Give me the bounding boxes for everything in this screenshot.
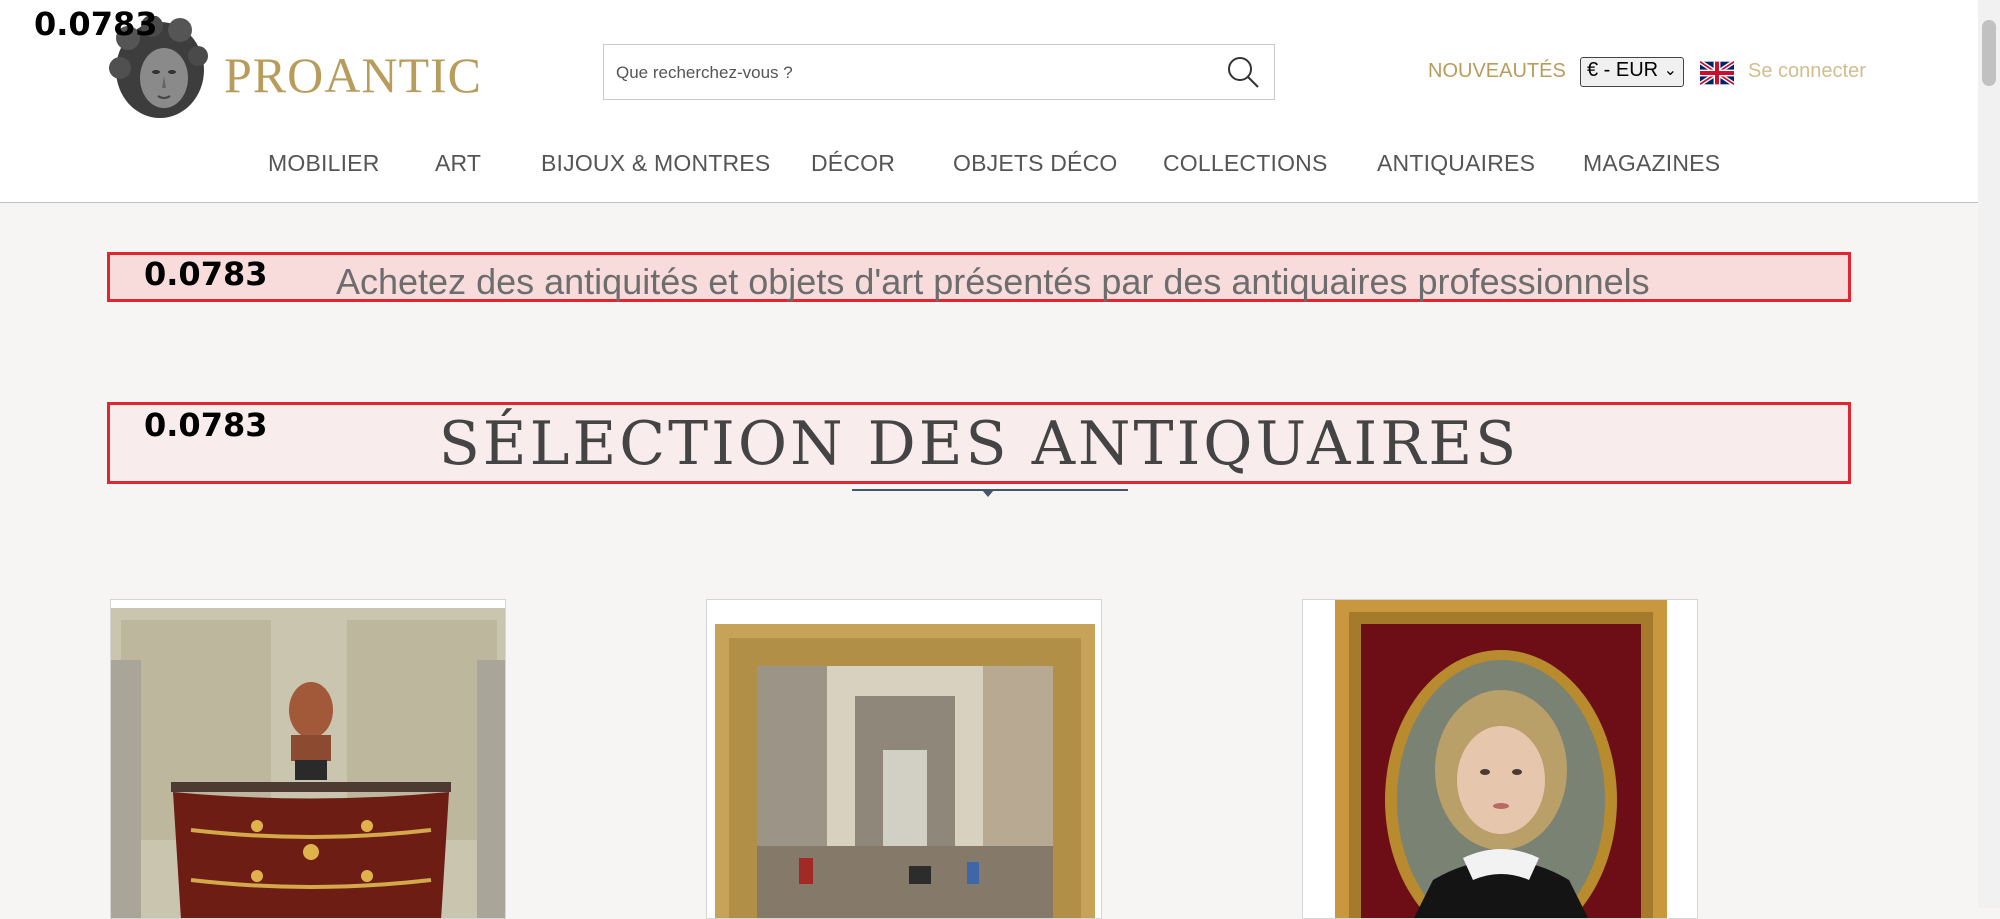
commode-image bbox=[111, 608, 505, 918]
nouveautes-link[interactable]: NOUVEAUTÉS bbox=[1428, 60, 1566, 83]
search-box bbox=[603, 44, 1275, 101]
nav-item-collections[interactable]: COLLECTIONS bbox=[1163, 150, 1328, 177]
section-heading-box: 0.0783 SÉLECTION DES ANTIQUAIRES bbox=[107, 402, 1851, 484]
portrait-image bbox=[1303, 600, 1697, 918]
scrollbar-thumb[interactable] bbox=[1982, 20, 1996, 86]
nav-item-antiquaires[interactable]: ANTIQUAIRES bbox=[1377, 150, 1535, 177]
nav-item-mobilier[interactable]: MOBILIER bbox=[268, 150, 380, 177]
nav-item-objets-deco[interactable]: OBJETS DÉCO bbox=[953, 150, 1118, 177]
brand-name[interactable]: PROANTIC bbox=[224, 46, 482, 104]
currency-value: € - EUR bbox=[1587, 59, 1659, 81]
nav-item-bijoux-montres[interactable]: BIJOUX & MONTRES bbox=[541, 150, 770, 177]
chevron-down-icon: ⌄ bbox=[1663, 62, 1677, 79]
page-scrollbar[interactable] bbox=[1978, 0, 2000, 908]
search-input[interactable] bbox=[614, 45, 1198, 101]
score-overlay-banner: 0.0783 bbox=[144, 255, 268, 293]
nav-item-magazines[interactable]: MAGAZINES bbox=[1583, 150, 1720, 177]
uk-flag-icon[interactable] bbox=[1700, 60, 1734, 86]
main-nav: MOBILIER ART BIJOUX & MONTRES DÉCOR OBJE… bbox=[0, 150, 1978, 180]
product-card-painting[interactable] bbox=[706, 599, 1102, 919]
product-card-portrait[interactable] bbox=[1302, 599, 1698, 919]
section-title: SÉLECTION DES ANTIQUAIRES bbox=[438, 409, 1520, 479]
product-card-commode[interactable] bbox=[110, 599, 506, 919]
search-icon[interactable] bbox=[1226, 55, 1260, 89]
nav-item-art[interactable]: ART bbox=[435, 150, 481, 177]
score-overlay: 0.0783 bbox=[34, 5, 158, 43]
street-painting-image bbox=[707, 600, 1101, 918]
score-overlay-title: 0.0783 bbox=[144, 406, 268, 444]
currency-select[interactable]: € - EUR ⌄ bbox=[1580, 57, 1684, 87]
nav-item-decor[interactable]: DÉCOR bbox=[811, 150, 895, 177]
login-link[interactable]: Se connecter bbox=[1748, 60, 1866, 83]
tagline-banner: 0.0783 Achetez des antiquités et objets … bbox=[107, 252, 1851, 302]
tagline-text: Achetez des antiquités et objets d'art p… bbox=[336, 261, 1650, 302]
divider-arrow-icon bbox=[982, 490, 994, 497]
site-header: 0.0783 PROANTIC NOUVEAUTÉS € - EUR ⌄ Se … bbox=[0, 0, 1978, 203]
